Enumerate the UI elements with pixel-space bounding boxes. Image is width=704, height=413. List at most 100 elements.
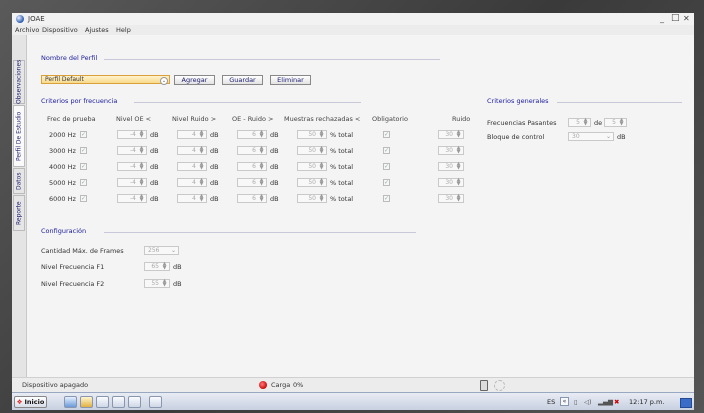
- maximize-icon[interactable]: □: [671, 13, 680, 23]
- start-button[interactable]: ❖ Inicio: [14, 396, 47, 408]
- spinner-arrows-icon[interactable]: ▲ ▼: [455, 130, 462, 139]
- spinner-arrows-icon[interactable]: ▲ ▼: [138, 130, 145, 139]
- volume-icon[interactable]: ◁): [584, 398, 592, 406]
- tab-reporte[interactable]: Reporte: [13, 195, 25, 231]
- oe-noise-spinner[interactable]: 6 ▲ ▼: [237, 146, 267, 155]
- spinner-arrows-icon[interactable]: ▲ ▼: [582, 118, 589, 127]
- required-checkbox[interactable]: ✓: [383, 163, 390, 170]
- ie-icon[interactable]: [64, 396, 77, 408]
- noise-level-spinner[interactable]: 4 ▲ ▼: [177, 146, 207, 155]
- oe-noise-spinner[interactable]: 6 ▲ ▼: [237, 162, 267, 171]
- spinner-arrows-icon[interactable]: ▲ ▼: [318, 162, 325, 171]
- control-block-select[interactable]: 30 ⌄: [568, 132, 614, 141]
- tab-observaciones[interactable]: Observaciones: [13, 60, 25, 104]
- oe-level-spinner[interactable]: -4 ▲ ▼: [117, 162, 147, 171]
- required-checkbox[interactable]: ✓: [383, 147, 390, 154]
- menu-dispositivo[interactable]: Dispositivo: [42, 26, 78, 34]
- tray-device-icon[interactable]: ▯: [574, 398, 578, 406]
- pass-freq-spinner[interactable]: 5 ▲ ▼: [568, 118, 591, 127]
- rejected-samples-spinner[interactable]: 50 ▲ ▼: [297, 146, 327, 155]
- tray-expand-icon[interactable]: «: [560, 397, 569, 406]
- ruido-spinner[interactable]: 30 ▲ ▼: [438, 130, 464, 139]
- app-taskbar-icon-2[interactable]: [149, 396, 162, 408]
- spinner-arrows-icon[interactable]: ▲ ▼: [138, 194, 145, 203]
- spinner-arrows-icon[interactable]: ▲ ▼: [455, 162, 462, 171]
- required-checkbox[interactable]: ✓: [383, 131, 390, 138]
- spinner-arrows-icon[interactable]: ▲ ▼: [318, 194, 325, 203]
- tab-perfil-de-estudio[interactable]: Perfil De Estudio: [13, 105, 25, 167]
- oe-noise-spinner[interactable]: 6 ▲ ▼: [237, 130, 267, 139]
- media-player-icon[interactable]: [112, 396, 125, 408]
- delete-profile-button[interactable]: Eliminar: [270, 75, 311, 85]
- rejected-samples-spinner[interactable]: 50 ▲ ▼: [297, 162, 327, 171]
- add-profile-button[interactable]: Agregar: [174, 75, 215, 85]
- spinner-arrows-icon[interactable]: ▲ ▼: [198, 146, 205, 155]
- spinner-arrows-icon[interactable]: ▲ ▼: [618, 118, 625, 127]
- frames-select[interactable]: 256 ⌄: [144, 246, 179, 255]
- noise-level-spinner[interactable]: 4 ▲ ▼: [177, 178, 207, 187]
- row-enable-checkbox[interactable]: ✓: [80, 195, 87, 202]
- spinner-arrows-icon[interactable]: ▲ ▼: [455, 146, 462, 155]
- oe-level-spinner[interactable]: -4 ▲ ▼: [117, 130, 147, 139]
- oe-noise-spinner[interactable]: 6 ▲ ▼: [237, 194, 267, 203]
- tab-datos[interactable]: Datos: [13, 168, 25, 194]
- spinner-arrows-icon[interactable]: ▲ ▼: [258, 194, 265, 203]
- spinner-arrows-icon[interactable]: ▲ ▼: [318, 146, 325, 155]
- oe-level-spinner[interactable]: -4 ▲ ▼: [117, 194, 147, 203]
- f1-spinner[interactable]: 65 ▲ ▼: [144, 262, 170, 271]
- joae-taskbar-icon[interactable]: [128, 396, 141, 408]
- spinner-arrows-icon[interactable]: ▲ ▼: [318, 178, 325, 187]
- rejected-samples-spinner[interactable]: 50 ▲ ▼: [297, 178, 327, 187]
- rejected-samples-spinner[interactable]: 50 ▲ ▼: [297, 130, 327, 139]
- spinner-arrows-icon[interactable]: ▲ ▼: [258, 130, 265, 139]
- profile-select[interactable]: Perfil Default ⌄: [41, 75, 170, 85]
- security-alert-icon[interactable]: ✖: [614, 398, 619, 406]
- spinner-arrows-icon[interactable]: ▲ ▼: [138, 146, 145, 155]
- spinner-arrows-icon[interactable]: ▲ ▼: [455, 178, 462, 187]
- spinner-arrows-icon[interactable]: ▲ ▼: [138, 162, 145, 171]
- f2-spinner[interactable]: 55 ▲ ▼: [144, 279, 170, 288]
- app-taskbar-icon-1[interactable]: [96, 396, 109, 408]
- required-checkbox[interactable]: ✓: [383, 179, 390, 186]
- language-indicator[interactable]: ES: [547, 398, 555, 406]
- noise-level-spinner[interactable]: 4 ▲ ▼: [177, 130, 207, 139]
- show-desktop-button[interactable]: [680, 398, 692, 408]
- spinner-arrows-icon[interactable]: ▲ ▼: [138, 178, 145, 187]
- spinner-arrows-icon[interactable]: ▲ ▼: [258, 162, 265, 171]
- spinner-arrows-icon[interactable]: ▲ ▼: [161, 279, 168, 288]
- oe-level-spinner[interactable]: -4 ▲ ▼: [117, 146, 147, 155]
- rejected-samples-spinner[interactable]: 50 ▲ ▼: [297, 194, 327, 203]
- spinner-arrows-icon[interactable]: ▲ ▼: [318, 130, 325, 139]
- spinner-arrows-icon[interactable]: ▲ ▼: [455, 194, 462, 203]
- network-icon[interactable]: ▂▄▆: [598, 398, 613, 406]
- noise-level-spinner[interactable]: 4 ▲ ▼: [177, 162, 207, 171]
- ruido-spinner[interactable]: 30 ▲ ▼: [438, 178, 464, 187]
- menu-help[interactable]: Help: [116, 26, 131, 34]
- pass-total-spinner[interactable]: 5 ▲ ▼: [604, 118, 627, 127]
- spinner-arrows-icon[interactable]: ▲ ▼: [161, 262, 168, 271]
- row-enable-checkbox[interactable]: ✓: [80, 163, 87, 170]
- menu-archivo[interactable]: Archivo: [15, 26, 39, 34]
- row-enable-checkbox[interactable]: ✓: [80, 147, 87, 154]
- folder-icon[interactable]: [80, 396, 93, 408]
- ruido-spinner[interactable]: 30 ▲ ▼: [438, 194, 464, 203]
- ruido-spinner[interactable]: 30 ▲ ▼: [438, 162, 464, 171]
- spinner-arrows-icon[interactable]: ▲ ▼: [198, 162, 205, 171]
- oe-noise-spinner[interactable]: 6 ▲ ▼: [237, 178, 267, 187]
- menu-ajustes[interactable]: Ajustes: [85, 26, 109, 34]
- spinner-arrows-icon[interactable]: ▲ ▼: [258, 178, 265, 187]
- noise-level-spinner[interactable]: 4 ▲ ▼: [177, 194, 207, 203]
- required-checkbox[interactable]: ✓: [383, 195, 390, 202]
- close-icon[interactable]: ✕: [683, 14, 690, 23]
- spinner-arrows-icon[interactable]: ▲ ▼: [198, 178, 205, 187]
- row-enable-checkbox[interactable]: ✓: [80, 131, 87, 138]
- ruido-spinner[interactable]: 30 ▲ ▼: [438, 146, 464, 155]
- spinner-arrows-icon[interactable]: ▲ ▼: [258, 146, 265, 155]
- spinner-arrows-icon[interactable]: ▲ ▼: [198, 194, 205, 203]
- minimize-icon[interactable]: _: [660, 14, 664, 23]
- oe-level-spinner[interactable]: -4 ▲ ▼: [117, 178, 147, 187]
- spinner-arrows-icon[interactable]: ▲ ▼: [198, 130, 205, 139]
- stop-icon[interactable]: [259, 381, 267, 389]
- row-enable-checkbox[interactable]: ✓: [80, 179, 87, 186]
- save-profile-button[interactable]: Guardar: [222, 75, 263, 85]
